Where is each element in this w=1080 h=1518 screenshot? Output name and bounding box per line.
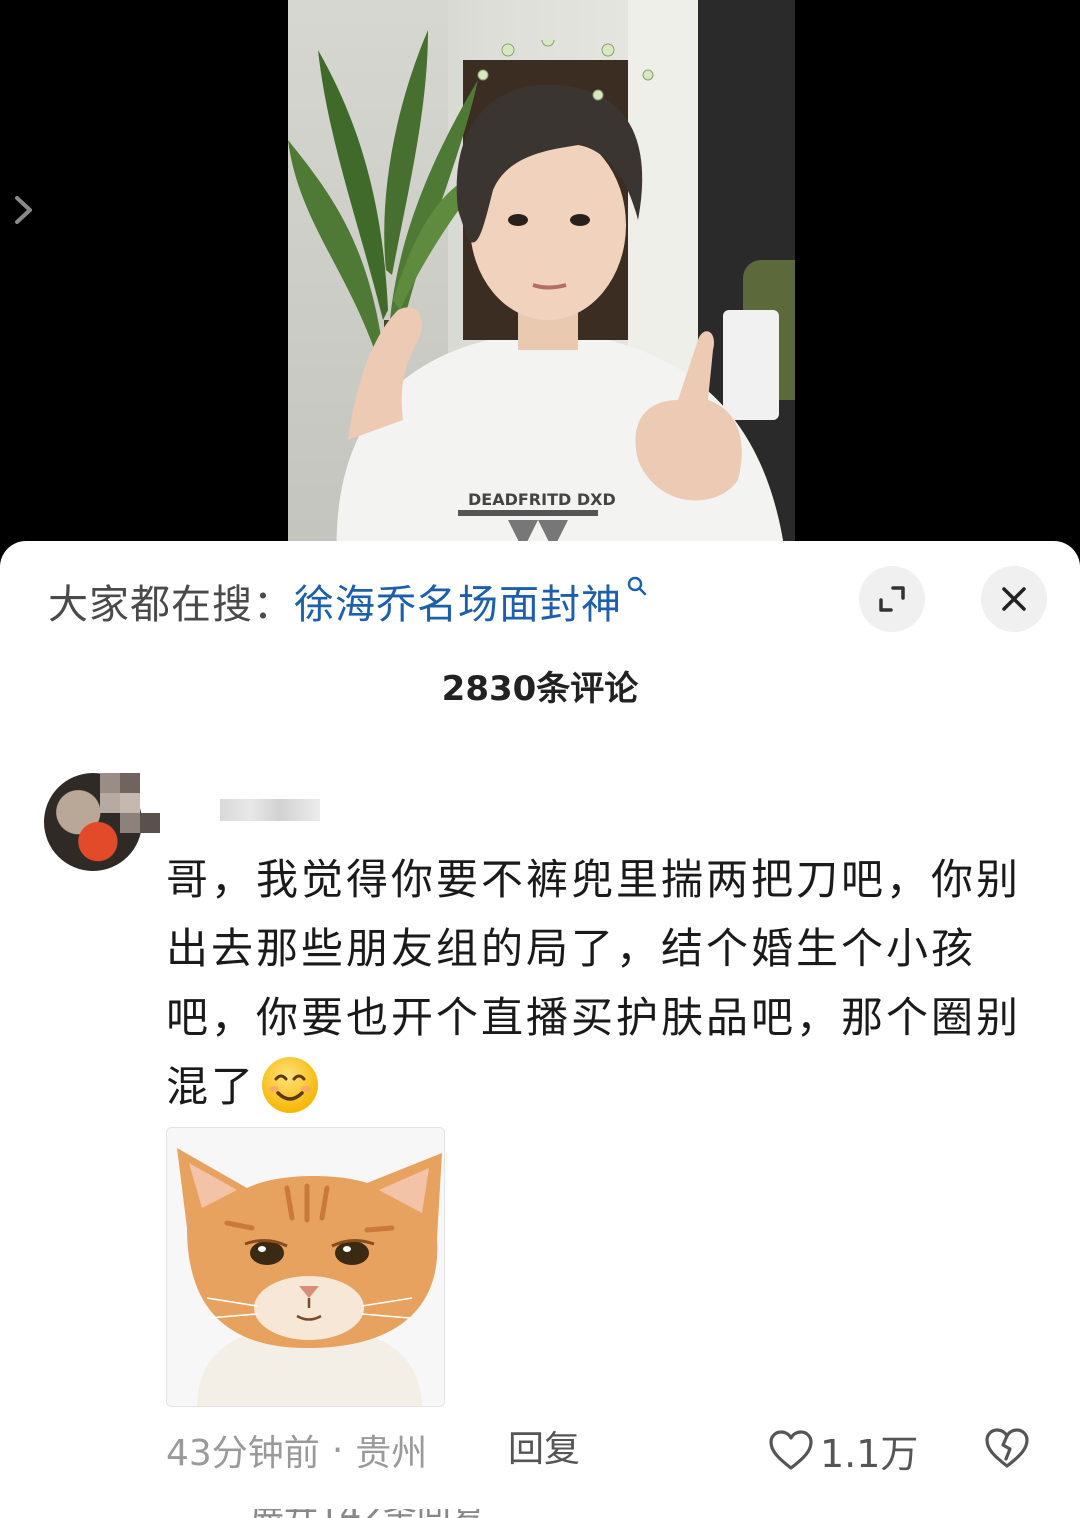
smiling-face-emoji — [262, 1057, 319, 1113]
trending-search-prefix: 大家都在搜： — [48, 582, 294, 628]
search-icon[interactable] — [626, 575, 648, 597]
more-replies-link[interactable]: 展开142条回复 — [250, 1509, 550, 1518]
comment-time: 43分钟前 — [166, 1433, 320, 1474]
trending-search[interactable]: 大家都在搜： 徐海乔名场面封神 — [48, 571, 648, 631]
more-replies-label: 展开142条回复 — [250, 1509, 550, 1518]
username-redacted[interactable] — [220, 799, 320, 821]
avatar-mosaic — [100, 773, 160, 833]
video-frame[interactable]: DEADFRITD DXD — [288, 0, 795, 560]
comment-text: 哥，我觉得你要不裤兜里揣两把刀吧，你别出去那些朋友组的局了，结个婚生个小孩吧，你… — [166, 845, 1042, 1121]
close-icon — [1002, 587, 1026, 611]
chevron-right-icon[interactable] — [8, 190, 40, 230]
expand-icon — [879, 586, 905, 612]
comment-location: 贵州 — [355, 1433, 428, 1474]
close-button[interactable] — [981, 566, 1047, 632]
like-count: 1.1万 — [820, 1431, 919, 1476]
cat-meme-sticker[interactable] — [166, 1127, 445, 1407]
heart-icon — [769, 1430, 813, 1470]
comment-meta: 43分钟前 · 贵州 — [166, 1425, 427, 1475]
cat-image — [167, 1128, 444, 1406]
video-player[interactable]: DEADFRITD DXD — [0, 0, 1080, 560]
broken-heart-icon[interactable] — [984, 1425, 1030, 1471]
video-person: DEADFRITD DXD — [336, 40, 786, 560]
expand-button[interactable] — [859, 566, 925, 632]
trending-search-term[interactable]: 徐海乔名场面封神 — [294, 572, 622, 630]
meta-separator: · — [331, 1429, 344, 1471]
comment-count: 2830条评论 — [441, 669, 639, 709]
comments-sheet: 大家都在搜： 徐海乔名场面封神 2830条评论 哥，我觉得你要不裤兜里揣两把刀吧… — [0, 541, 1080, 1518]
reply-button[interactable]: 回复 — [508, 1425, 580, 1475]
shirt-print-text: DEADFRITD DXD — [468, 490, 616, 509]
like-button[interactable]: 1.1万 — [768, 1423, 918, 1477]
